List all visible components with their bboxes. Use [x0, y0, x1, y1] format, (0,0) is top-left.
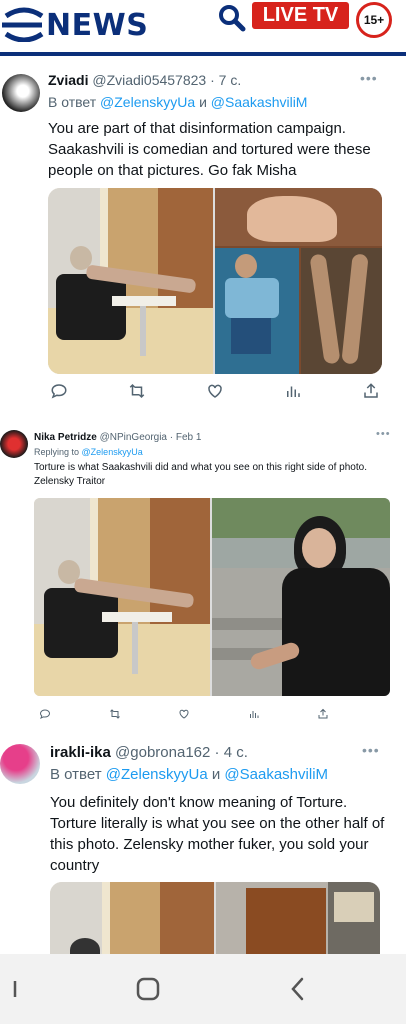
author-name[interactable]: irakli-ika: [50, 744, 111, 761]
more-options-icon[interactable]: •••: [376, 428, 391, 440]
mention-link[interactable]: @ZelenskyyUa: [100, 94, 195, 110]
author-name[interactable]: Zviadi: [48, 72, 88, 88]
search-icon[interactable]: [218, 4, 246, 32]
more-options-icon[interactable]: •••: [362, 742, 380, 758]
back-icon: [291, 977, 304, 1001]
back-button[interactable]: [278, 972, 318, 1006]
mention-link[interactable]: @ZelenskyyUa: [82, 447, 143, 457]
author-handle[interactable]: @Zviadi05457823: [92, 72, 206, 88]
recent-apps-icon: [13, 981, 17, 997]
reply-icon[interactable]: [34, 703, 56, 725]
logo-icon[interactable]: [2, 6, 46, 42]
home-icon: [136, 977, 160, 1001]
media-photo-right[interactable]: [212, 498, 390, 696]
tweet-time: · 4 с.: [214, 744, 248, 761]
media-photo-right[interactable]: [215, 188, 382, 374]
reply-context: В ответ @ZelenskyyUa и @SaakashviliM: [48, 94, 307, 110]
mention-link[interactable]: @SaakashviliM: [211, 94, 308, 110]
reply-context: В ответ @ZelenskyyUa и @SaakashviliM: [50, 766, 328, 783]
age-rating-badge: 15+: [356, 2, 392, 38]
avatar[interactable]: [2, 74, 40, 112]
tweet-media[interactable]: [48, 188, 382, 374]
brand-title[interactable]: NEWS: [46, 8, 148, 43]
tweet-header: Zviadi @Zviadi05457823 · 7 с.: [48, 72, 241, 88]
app-header: NEWS LIVE TV 15+: [0, 0, 406, 56]
author-handle[interactable]: @NPinGeorgia: [100, 432, 167, 443]
media-photo-left[interactable]: [50, 882, 214, 962]
views-icon[interactable]: [282, 380, 304, 402]
retweet-icon[interactable]: [126, 380, 148, 402]
tweet-actions: [48, 380, 382, 402]
media-photo-left[interactable]: [34, 498, 210, 696]
more-options-icon[interactable]: •••: [360, 70, 378, 86]
recent-apps-button[interactable]: [0, 972, 40, 1006]
tweet-header: Nika Petridze @NPinGeorgia · Feb 1: [34, 432, 201, 443]
views-icon[interactable]: [243, 703, 265, 725]
media-photo-left[interactable]: [48, 188, 213, 374]
reply-conjunction: и: [199, 94, 207, 110]
home-button[interactable]: [128, 972, 168, 1006]
system-nav-bar: [0, 954, 406, 1024]
like-icon[interactable]: [173, 703, 195, 725]
retweet-icon[interactable]: [104, 703, 126, 725]
mention-link[interactable]: @SaakashviliM: [224, 766, 328, 783]
tweet-text: You are part of that disinformation camp…: [48, 120, 371, 179]
tweet-time: · 7 с.: [210, 72, 242, 88]
tweet-irakli-ika[interactable]: irakli-ika @gobrona162 · 4 с. ••• В отве…: [0, 732, 406, 962]
mention-link[interactable]: @ZelenskyyUa: [106, 766, 208, 783]
like-icon[interactable]: [204, 380, 226, 402]
avatar[interactable]: [0, 744, 40, 784]
reply-prefix: Replying to: [34, 447, 80, 457]
tweet-media[interactable]: [34, 498, 390, 696]
live-tv-button[interactable]: LIVE TV: [252, 2, 349, 29]
tweet-text: Torture is what Saakashvili did and what…: [34, 462, 367, 487]
reply-context: Replying to @ZelenskyyUa: [34, 447, 143, 457]
header-divider: [0, 52, 406, 56]
share-icon[interactable]: [312, 703, 334, 725]
tweet-actions: [34, 706, 334, 722]
author-handle[interactable]: @gobrona162: [115, 744, 210, 761]
reply-prefix: В ответ: [48, 94, 97, 110]
tweet-header: irakli-ika @gobrona162 · 4 с.: [50, 744, 248, 761]
avatar[interactable]: [0, 430, 28, 458]
tweet-media[interactable]: [50, 882, 380, 962]
tweet-zviadi[interactable]: Zviadi @Zviadi05457823 · 7 с. ••• В отве…: [0, 60, 406, 410]
share-icon[interactable]: [360, 380, 382, 402]
reply-prefix: В ответ: [50, 766, 102, 783]
reply-icon[interactable]: [48, 380, 70, 402]
author-name[interactable]: Nika Petridze: [34, 432, 97, 443]
tweet-nika-petridze[interactable]: Nika Petridze @NPinGeorgia · Feb 1 ••• R…: [0, 420, 406, 730]
reply-conjunction: и: [211, 766, 221, 783]
tweet-time: · Feb 1: [169, 432, 202, 443]
tweet-text: You definitely don't know meaning of Tor…: [50, 794, 385, 874]
media-photo-right[interactable]: [216, 882, 380, 962]
